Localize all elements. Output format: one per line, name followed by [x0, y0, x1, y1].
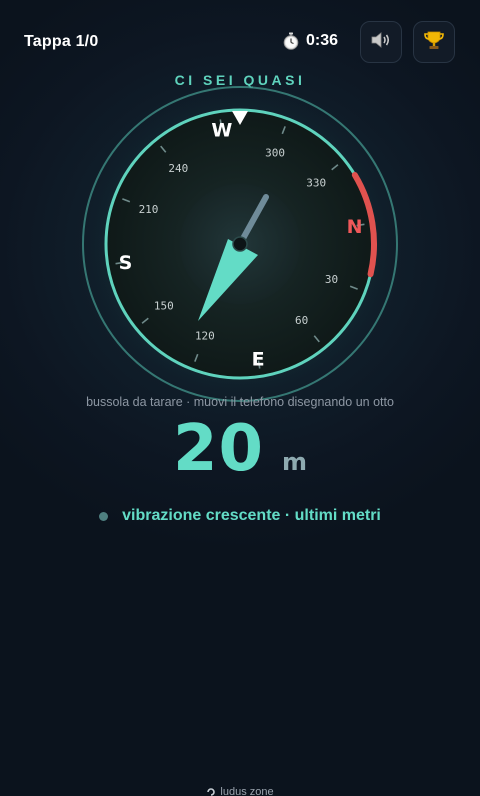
needle-pivot	[232, 236, 248, 252]
compass-degree-label: 210	[139, 203, 159, 216]
timer-value: 0:36	[306, 32, 339, 49]
compass-degree-label: 240	[168, 162, 188, 175]
trophy-button[interactable]	[413, 21, 455, 63]
compass-degree-label: 30	[325, 273, 338, 286]
stopwatch-icon	[282, 32, 300, 50]
app-screen: Tappa 1/0 0:36 CI SEI QUASI 30 60 120 15…	[0, 0, 480, 796]
feedback-line: vibrazione crescente · ultimi metri	[0, 507, 480, 525]
cardinal-w-label: W	[211, 119, 232, 141]
timer: 0:36	[282, 32, 338, 50]
compass-degree-label: 330	[306, 176, 326, 189]
distance-unit: m	[282, 448, 308, 476]
distance-readout: 20 m	[0, 412, 480, 486]
sound-button[interactable]	[360, 21, 402, 63]
compass-degree-label: 120	[195, 329, 215, 342]
cardinal-e-label: E	[252, 349, 265, 371]
feedback-dot-icon	[99, 511, 109, 521]
feedback-text: vibrazione crescente · ultimi metri	[122, 507, 381, 524]
compass-degree-label: 60	[295, 314, 308, 327]
compass: 30 60 120 150 210 240 300 330 N E S W	[80, 84, 400, 404]
brand-logo-icon	[206, 787, 216, 796]
footer: ludus zone	[0, 786, 480, 796]
cardinal-s-label: S	[119, 252, 133, 274]
compass-degree-label: 300	[265, 147, 285, 160]
speaker-icon	[369, 28, 393, 57]
compass-svg: 30 60 120 150 210 240 300 330 N E S W	[80, 84, 400, 404]
cardinal-n-label: N	[347, 216, 363, 238]
distance-value: 20	[172, 412, 265, 486]
compass-degree-label: 150	[154, 300, 174, 313]
stage-label: Tappa 1/0	[24, 33, 99, 50]
trophy-icon	[422, 28, 446, 57]
footer-brand: ludus zone	[220, 786, 274, 796]
calibration-hint: bussola da tarare · muovi il telefono di…	[86, 395, 394, 409]
